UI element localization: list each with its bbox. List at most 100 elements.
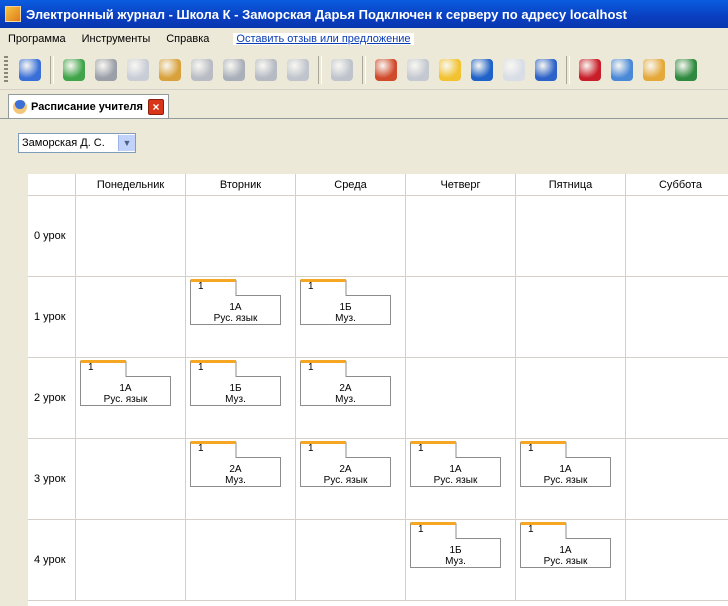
envelopes-gray-button[interactable]	[405, 57, 431, 83]
lesson-label-text: 0 урок	[34, 230, 66, 242]
lesson-num: 1	[418, 524, 424, 535]
lesson-num: 1	[528, 524, 534, 535]
menu-tools[interactable]: Инструменты	[74, 33, 159, 45]
schedule-cell[interactable]	[406, 196, 516, 277]
document-button[interactable]	[125, 57, 151, 83]
lesson-card[interactable]: 1 1А Рус. язык	[410, 441, 501, 487]
lesson-num: 1	[418, 443, 424, 454]
tab-teacher-schedule[interactable]: Расписание учителя ×	[8, 94, 169, 118]
schedule-cell[interactable]	[296, 520, 406, 601]
schedule-cell[interactable]	[626, 439, 728, 520]
schedule-cell[interactable]	[186, 520, 296, 601]
lesson-row-label: 0 урок	[28, 196, 76, 277]
lesson-card[interactable]: 1 1А Рус. язык	[80, 360, 171, 406]
books-gray-button[interactable]	[221, 57, 247, 83]
schedule-cell[interactable]	[626, 196, 728, 277]
lesson-subject-name: Муз.	[225, 475, 246, 486]
envelope-yellow-icon	[439, 58, 461, 81]
lesson-card[interactable]: 1 1А Рус. язык	[190, 279, 281, 325]
toolbar-separator	[50, 55, 54, 84]
day-header: Среда	[296, 174, 406, 196]
lesson-class-name: 1А	[119, 383, 132, 394]
lesson-label-text: 4 урок	[34, 554, 66, 566]
lesson-card[interactable]: 1 2А Рус. язык	[300, 441, 391, 487]
title-bar: Электронный журнал - Школа К - Заморская…	[0, 0, 728, 28]
lesson-subject-name: Муз.	[335, 313, 356, 324]
lesson-subject-name: Муз.	[445, 556, 466, 567]
schedule-cell[interactable]	[76, 520, 186, 601]
chevron-down-icon[interactable]: ▼	[118, 135, 135, 151]
schedule-cell[interactable]	[76, 196, 186, 277]
schedule-cell[interactable]	[516, 358, 626, 439]
menu-bar: Программа Инструменты Справка Оставить о…	[0, 28, 728, 50]
table-gray-icon	[331, 58, 353, 81]
people-color-button[interactable]	[641, 57, 667, 83]
clock-button[interactable]	[93, 57, 119, 83]
journal-red-button[interactable]	[577, 57, 603, 83]
clock-icon	[95, 58, 117, 81]
teacher-button[interactable]	[17, 57, 43, 83]
lesson-row-label: 3 урок	[28, 439, 76, 520]
lesson-num: 1	[198, 443, 204, 454]
lesson-class-name: 1Б	[449, 545, 462, 556]
lesson-class-name: 2А	[339, 464, 352, 475]
lesson-card[interactable]: 1 1А Рус. язык	[520, 522, 611, 568]
schedule-cell[interactable]	[626, 358, 728, 439]
teacher-select-value: Заморская Д. С.	[22, 137, 105, 149]
schedule-cell[interactable]	[186, 196, 296, 277]
group-button[interactable]	[157, 57, 183, 83]
bar-chart-button[interactable]	[373, 57, 399, 83]
menu-program[interactable]: Программа	[0, 33, 74, 45]
feedback-link[interactable]: Оставить отзыв или предложение	[233, 33, 414, 45]
mailbox-button[interactable]	[469, 57, 495, 83]
people-color-icon	[643, 58, 665, 81]
schedule-cell[interactable]	[626, 520, 728, 601]
schedule-cell[interactable]	[626, 277, 728, 358]
schedule-cell[interactable]	[406, 277, 516, 358]
schedule-cell[interactable]	[76, 439, 186, 520]
schedule-cell[interactable]	[516, 277, 626, 358]
teacher-select[interactable]: Заморская Д. С. ▼	[18, 133, 136, 153]
lesson-label-text: 3 урок	[34, 473, 66, 485]
lesson-num: 1	[198, 281, 204, 292]
schedule-cell[interactable]	[76, 277, 186, 358]
lesson-card[interactable]: 1 1А Рус. язык	[520, 441, 611, 487]
globe-button[interactable]	[673, 57, 699, 83]
journal-blue-button[interactable]	[533, 57, 559, 83]
table-gray-button[interactable]	[329, 57, 355, 83]
envelope-button[interactable]	[501, 57, 527, 83]
lesson-card[interactable]: 1 1Б Муз.	[300, 279, 391, 325]
tab-strip: Расписание учителя ×	[0, 92, 728, 119]
chart-gray-button[interactable]	[285, 57, 311, 83]
globe-settings-icon	[611, 58, 633, 81]
schedule-cell[interactable]	[406, 358, 516, 439]
envelope-yellow-button[interactable]	[437, 57, 463, 83]
five-grade-button[interactable]	[253, 57, 279, 83]
tab-label: Расписание учителя	[31, 100, 143, 113]
close-icon[interactable]: ×	[147, 98, 164, 115]
lesson-row-label: 2 урок	[28, 358, 76, 439]
schedule-cell[interactable]	[516, 196, 626, 277]
lesson-card[interactable]: 1 1Б Муз.	[190, 360, 281, 406]
lesson-class-name: 1А	[559, 545, 572, 556]
journal-blue-icon	[535, 58, 557, 81]
schedule-cell[interactable]	[296, 196, 406, 277]
users-green-button[interactable]	[61, 57, 87, 83]
lesson-card[interactable]: 1 1Б Муз.	[410, 522, 501, 568]
teacher-icon	[13, 99, 27, 114]
menu-help[interactable]: Справка	[158, 33, 217, 45]
lesson-card[interactable]: 1 2А Муз.	[300, 360, 391, 406]
lesson-card[interactable]: 1 2А Муз.	[190, 441, 281, 487]
lesson-subject-name: Рус. язык	[323, 475, 368, 486]
document-icon	[127, 58, 149, 81]
toolbar-grip[interactable]	[4, 55, 8, 84]
journal-red-icon	[579, 58, 601, 81]
lesson-subject-name: Рус. язык	[433, 475, 478, 486]
person-gray-button[interactable]	[189, 57, 215, 83]
five-grade-icon	[255, 58, 277, 81]
lesson-num: 1	[198, 362, 204, 373]
lesson-class-name: 2А	[339, 383, 352, 394]
globe-settings-button[interactable]	[609, 57, 635, 83]
day-header: Четверг	[406, 174, 516, 196]
lesson-num: 1	[308, 362, 314, 373]
